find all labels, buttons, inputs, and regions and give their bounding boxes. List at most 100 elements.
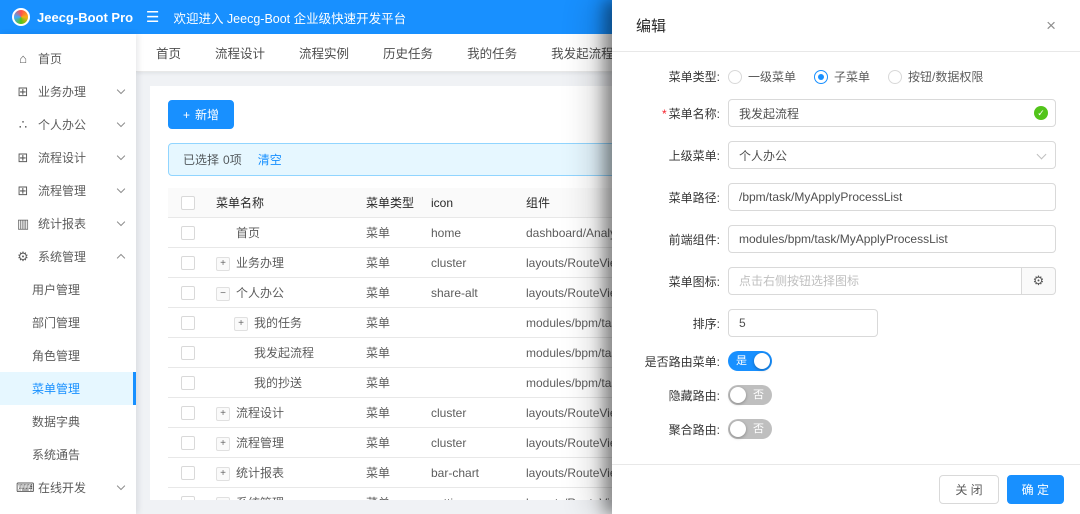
- row-checkbox[interactable]: [181, 496, 195, 500]
- radio-option[interactable]: 子菜单: [814, 68, 870, 85]
- cell-menu-name: + 系统管理: [208, 488, 358, 501]
- row-checkbox[interactable]: [181, 346, 195, 360]
- chevron-down-icon: [117, 185, 125, 193]
- sidebar-subitem[interactable]: 系统通告: [0, 438, 136, 471]
- cell-icon-name: share-alt: [423, 278, 518, 308]
- menu-name-text: 统计报表: [236, 466, 284, 480]
- setting-icon: ⚙: [16, 249, 30, 265]
- tab[interactable]: 首页: [156, 43, 181, 62]
- cell-icon-name: setting: [423, 488, 518, 501]
- cell-icon-name: home: [423, 218, 518, 248]
- select-all-checkbox[interactable]: [181, 196, 195, 210]
- front-component-input[interactable]: [728, 225, 1056, 253]
- menu-icon-input[interactable]: [728, 267, 1022, 295]
- logo[interactable]: Jeecg-Boot Pro: [0, 8, 136, 26]
- radio-option[interactable]: 一级菜单: [728, 68, 796, 85]
- close-button[interactable]: 关 闭: [939, 475, 998, 504]
- drawer-title: 编辑: [636, 15, 666, 36]
- cell-menu-type: 菜单: [358, 428, 423, 458]
- sidebar-collapse-icon[interactable]: ☰: [146, 8, 159, 26]
- radio-label: 按钮/数据权限: [908, 68, 983, 85]
- gear-icon: ⚙: [1033, 273, 1045, 289]
- menu-name-text: 业务办理: [236, 256, 284, 270]
- row-checkbox[interactable]: [181, 436, 195, 450]
- row-checkbox[interactable]: [181, 376, 195, 390]
- sidebar-subitem[interactable]: 角色管理: [0, 339, 136, 372]
- row-checkbox[interactable]: [181, 286, 195, 300]
- tab[interactable]: 流程实例: [299, 43, 349, 62]
- expand-icon[interactable]: +: [216, 437, 230, 451]
- logo-icon: [12, 8, 30, 26]
- logo-text: Jeecg-Boot Pro: [37, 10, 133, 25]
- cell-menu-name: −个人办公: [208, 278, 358, 308]
- tab[interactable]: 我的任务: [467, 43, 517, 62]
- clear-selection-link[interactable]: 清空: [258, 151, 282, 168]
- switch-knob: [754, 353, 770, 369]
- sidebar-subitem[interactable]: 菜单管理: [0, 372, 136, 405]
- sidebar-item-label: 在线开发: [38, 479, 110, 496]
- expand-icon[interactable]: +: [216, 497, 230, 500]
- close-icon[interactable]: ×: [1046, 17, 1056, 34]
- sidebar-item-system-management[interactable]: ⚙系统管理: [0, 240, 136, 273]
- chevron-down-icon: [117, 482, 125, 490]
- row-check-cell: [168, 278, 208, 308]
- menu-path-input[interactable]: [728, 183, 1056, 211]
- sidebar-subitem[interactable]: 用户管理: [0, 273, 136, 306]
- aggregate-route-switch[interactable]: 否: [728, 419, 772, 439]
- sort-input[interactable]: [728, 309, 878, 337]
- hide-route-label: 隐藏路由:: [628, 387, 728, 404]
- cluster-icon: ⊞: [16, 84, 30, 100]
- sidebar-item-home[interactable]: ⌂首页: [0, 42, 136, 75]
- switch-state-text: 否: [753, 388, 764, 402]
- share-alt-icon: ∴: [16, 117, 30, 133]
- check-circle-icon: ✓: [1034, 106, 1048, 120]
- tab[interactable]: 我发起流程: [551, 43, 614, 62]
- sidebar-item-process-management[interactable]: ⊞流程管理: [0, 174, 136, 207]
- sidebar-subitem[interactable]: 部门管理: [0, 306, 136, 339]
- menu-name-text: 个人办公: [236, 286, 284, 300]
- sidebar-item-report[interactable]: ▥统计报表: [0, 207, 136, 240]
- is-route-menu-field: 是否路由菜单:是: [628, 351, 1056, 371]
- sidebar-item-online-dev[interactable]: ⌨在线开发: [0, 471, 136, 504]
- sidebar-item-label: 首页: [38, 50, 124, 67]
- collapse-icon[interactable]: −: [216, 287, 230, 301]
- row-checkbox[interactable]: [181, 406, 195, 420]
- column-header: 菜单类型: [358, 188, 423, 218]
- sidebar-subitem[interactable]: 数据字典: [0, 405, 136, 438]
- add-button[interactable]: + 新增: [168, 100, 234, 129]
- sidebar-item-system-monitor[interactable]: ◔系统监控: [0, 504, 136, 514]
- parent-menu-select[interactable]: 个人办公: [728, 141, 1056, 169]
- menu-name-text: 系统管理: [236, 496, 284, 500]
- confirm-button[interactable]: 确 定: [1007, 475, 1064, 504]
- sidebar-item-business[interactable]: ⊞业务办理: [0, 75, 136, 108]
- cell-icon-name: bar-chart: [423, 458, 518, 488]
- tab[interactable]: 历史任务: [383, 43, 433, 62]
- menu-name-input[interactable]: [728, 99, 1056, 127]
- expand-icon[interactable]: +: [216, 467, 230, 481]
- row-checkbox[interactable]: [181, 226, 195, 240]
- row-checkbox[interactable]: [181, 256, 195, 270]
- sort-field: 排序:: [628, 309, 1056, 337]
- tab[interactable]: 流程设计: [215, 43, 265, 62]
- sidebar-item-process-design[interactable]: ⊞流程设计: [0, 141, 136, 174]
- row-check-cell: [168, 398, 208, 428]
- expand-icon[interactable]: +: [216, 407, 230, 421]
- radio-option[interactable]: 按钮/数据权限: [888, 68, 983, 85]
- sort-label: 排序:: [628, 315, 728, 332]
- menu-path-field: 菜单路径:: [628, 183, 1056, 211]
- menu-icon-label: 菜单图标:: [628, 273, 728, 290]
- row-checkbox[interactable]: [181, 466, 195, 480]
- cell-menu-name: +流程管理: [208, 428, 358, 458]
- cell-menu-name: 我发起流程: [208, 338, 358, 368]
- drawer-header: 编辑 ×: [612, 0, 1080, 52]
- sidebar-item-personal-office[interactable]: ∴个人办公: [0, 108, 136, 141]
- expand-icon[interactable]: +: [216, 257, 230, 271]
- expand-icon[interactable]: +: [234, 317, 248, 331]
- row-checkbox[interactable]: [181, 316, 195, 330]
- is-route-menu-switch[interactable]: 是: [728, 351, 772, 371]
- hide-route-switch[interactable]: 否: [728, 385, 772, 405]
- menu-name-label: *菜单名称:: [628, 105, 728, 122]
- cell-menu-type: 菜单: [358, 488, 423, 501]
- icon-picker-button[interactable]: ⚙: [1022, 267, 1056, 295]
- parent-menu-value: 个人办公: [739, 147, 787, 164]
